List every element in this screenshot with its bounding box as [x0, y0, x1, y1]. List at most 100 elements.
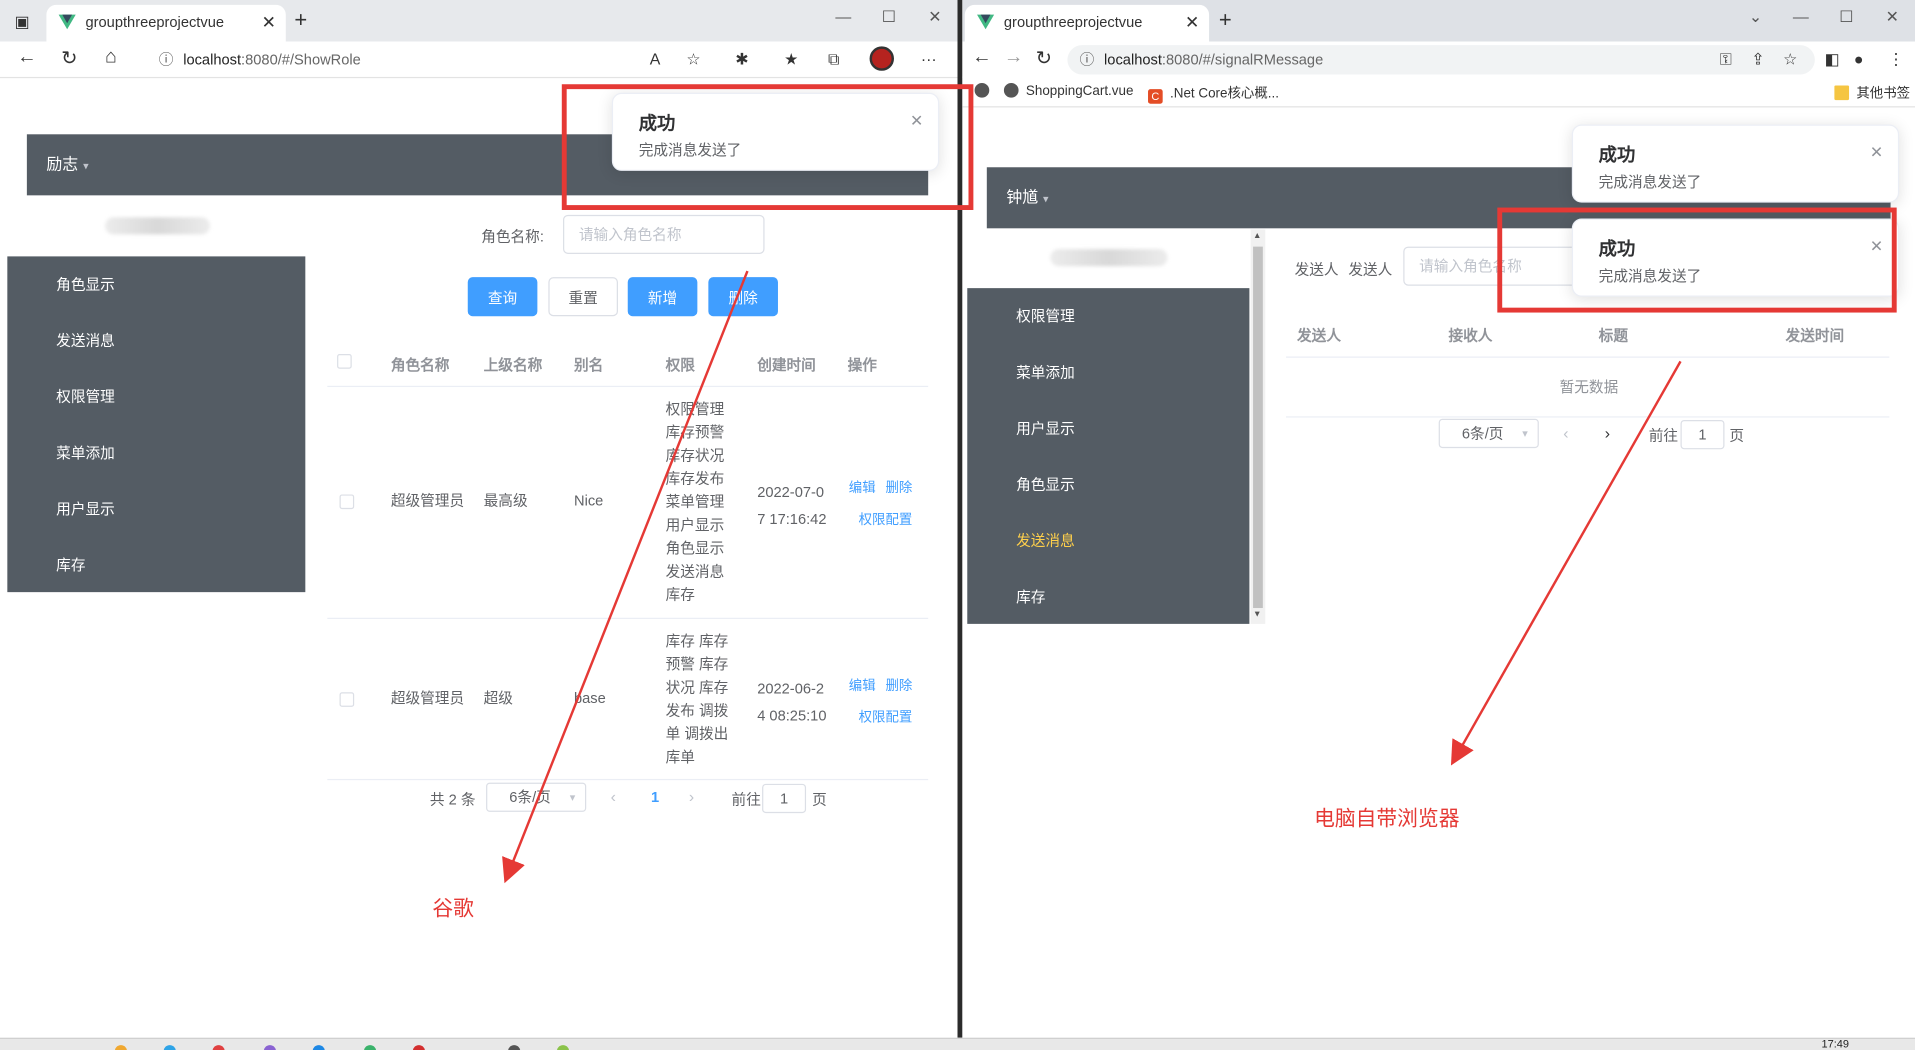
query-button[interactable]: 查询: [467, 277, 538, 317]
close-tab-icon[interactable]: ✕: [1185, 5, 1199, 39]
sidebar-item-permissions[interactable]: 权限管理: [967, 288, 1249, 344]
blurred-username: [105, 217, 211, 235]
taskbar-app-icon[interactable]: [114, 1045, 128, 1050]
folder-icon: [1834, 85, 1850, 101]
delete-link[interactable]: 删除: [885, 477, 912, 497]
minimize-icon[interactable]: —: [835, 7, 851, 25]
more-icon[interactable]: ···: [921, 50, 937, 68]
perm-line: 库存发布: [665, 470, 725, 488]
reset-button[interactable]: 重置: [548, 277, 618, 317]
sidebar-item-user-display[interactable]: 用户显示: [7, 481, 305, 537]
next-page-icon[interactable]: ›: [689, 787, 694, 805]
page-scrollbar[interactable]: ▲ ▼: [1250, 229, 1266, 624]
sidebar-item-inventory[interactable]: 库存: [967, 569, 1249, 625]
profile-avatar[interactable]: [869, 46, 894, 71]
add-button[interactable]: 新增: [627, 277, 698, 317]
current-page[interactable]: 1: [651, 789, 659, 806]
forward-icon[interactable]: →: [1004, 46, 1024, 68]
reload-icon[interactable]: ↻: [1036, 46, 1052, 70]
close-tab-icon[interactable]: ✕: [262, 5, 276, 39]
sidebar-item-user-display[interactable]: 用户显示: [967, 400, 1249, 456]
other-bookmarks[interactable]: 其他书签: [1834, 83, 1910, 103]
new-tab-icon[interactable]: +: [1219, 7, 1232, 33]
close-window-icon[interactable]: ✕: [1886, 7, 1899, 27]
taskbar-app-icon[interactable]: [363, 1045, 377, 1050]
page-size-select[interactable]: 6条/页 ▾: [1438, 418, 1539, 449]
prev-page-icon[interactable]: ‹: [611, 787, 616, 805]
delete-button[interactable]: 删除: [708, 277, 778, 317]
th-send-time: 发送时间: [1785, 327, 1845, 345]
scroll-down-icon[interactable]: ▼: [1253, 610, 1261, 619]
sidebar-item-menu-add[interactable]: 菜单添加: [7, 425, 305, 481]
scroll-up-icon[interactable]: ▲: [1253, 232, 1261, 241]
select-all-checkbox[interactable]: [337, 354, 352, 369]
back-icon[interactable]: ←: [972, 46, 992, 68]
extensions-icon[interactable]: ✱: [735, 50, 748, 70]
cell-role-name: 超级管理员: [390, 689, 465, 707]
taskbar-app-icon[interactable]: [212, 1045, 225, 1050]
sidebar-item-role-display[interactable]: 角色显示: [7, 256, 305, 312]
sidebar-item-send-message[interactable]: 发送消息: [7, 313, 305, 369]
taskbar-app-icon[interactable]: [312, 1045, 325, 1050]
close-icon[interactable]: ✕: [1870, 143, 1883, 163]
page-size-select[interactable]: 6条/页 ▾: [486, 782, 587, 812]
left-address-bar[interactable]: ⓘ localhost:8080/#/ShowRole: [146, 45, 721, 75]
new-tab-icon[interactable]: +: [294, 7, 307, 33]
back-icon[interactable]: ←: [17, 46, 37, 68]
taskbar-app-icon[interactable]: [508, 1045, 521, 1050]
chevron-down-icon: ▾: [1043, 192, 1049, 206]
role-name-input[interactable]: 请输入角色名称: [563, 214, 765, 254]
taskbar-app-icon[interactable]: [263, 1045, 277, 1050]
edit-link[interactable]: 编辑: [849, 675, 876, 695]
scrollbar-thumb[interactable]: [1253, 246, 1263, 609]
bookmark-item[interactable]: C .Net Core核心概...: [1148, 83, 1279, 104]
th-parent-name: 上级名称: [483, 356, 543, 374]
read-aloud-icon[interactable]: A: [650, 50, 661, 68]
tab-actions-icon[interactable]: ▣: [15, 12, 30, 32]
side-panel-icon[interactable]: ◧: [1825, 50, 1840, 70]
sidebar-item-permissions[interactable]: 权限管理: [7, 369, 305, 425]
right-tab[interactable]: groupthreeprojectvue ✕: [964, 4, 1210, 42]
maximize-icon[interactable]: ☐: [882, 7, 896, 27]
row-checkbox[interactable]: [339, 494, 355, 510]
close-window-icon[interactable]: ✕: [928, 7, 941, 27]
permission-config-link[interactable]: 权限配置: [859, 509, 913, 529]
bookmark-apps[interactable]: [974, 83, 997, 99]
prev-page-icon[interactable]: ‹: [1563, 424, 1568, 442]
delete-link[interactable]: 删除: [885, 675, 912, 695]
chevron-down-icon: ▾: [83, 159, 89, 173]
row-checkbox[interactable]: [339, 692, 355, 707]
goto-page-input[interactable]: 1: [1680, 419, 1725, 450]
sidebar-item-inventory[interactable]: 库存: [7, 537, 305, 593]
maximize-icon[interactable]: ☐: [1839, 7, 1853, 27]
taskbar-app-icon[interactable]: [556, 1045, 570, 1050]
sidebar-item-send-message[interactable]: 发送消息: [967, 513, 1249, 569]
next-page-icon[interactable]: ›: [1605, 424, 1610, 442]
favorites-icon[interactable]: ★: [784, 50, 798, 70]
minimize-icon[interactable]: —: [1793, 7, 1809, 25]
perm-line: 用户显示: [665, 516, 725, 534]
profile-icon[interactable]: ●: [1854, 50, 1864, 68]
goto-page-input[interactable]: 1: [762, 783, 807, 814]
perm-line: 状况 库存: [665, 678, 729, 696]
cell-parent: 最高级: [483, 492, 528, 510]
permission-config-link[interactable]: 权限配置: [859, 707, 913, 727]
menu-icon[interactable]: ⋮: [1888, 50, 1904, 70]
taskbar-app-icon[interactable]: [163, 1045, 176, 1050]
right-address-bar[interactable]: ⓘ localhost:8080/#/signalRMessage: [1067, 45, 1815, 75]
share-icon[interactable]: ⇪: [1751, 50, 1764, 70]
reload-icon[interactable]: ↻: [61, 46, 77, 70]
left-tab[interactable]: groupthreeprojectvue ✕: [46, 4, 286, 42]
home-icon[interactable]: ⌂: [105, 46, 117, 68]
annotation-builtin-browser: 电脑自带浏览器: [1314, 807, 1460, 831]
taskbar-app-icon[interactable]: [412, 1045, 426, 1050]
add-favorite-icon[interactable]: ☆: [686, 50, 700, 70]
sidebar-item-role-display[interactable]: 角色显示: [967, 457, 1249, 513]
bookmark-item[interactable]: ShoppingCart.vue: [1003, 83, 1133, 99]
edit-link[interactable]: 编辑: [849, 477, 876, 497]
collections-icon[interactable]: ⧉: [828, 50, 839, 70]
bookmark-star-icon[interactable]: ☆: [1783, 50, 1797, 70]
sidebar-item-menu-add[interactable]: 菜单添加: [967, 344, 1249, 400]
key-icon[interactable]: ⚿: [1720, 50, 1732, 70]
tab-search-icon[interactable]: ⌄: [1749, 7, 1762, 27]
